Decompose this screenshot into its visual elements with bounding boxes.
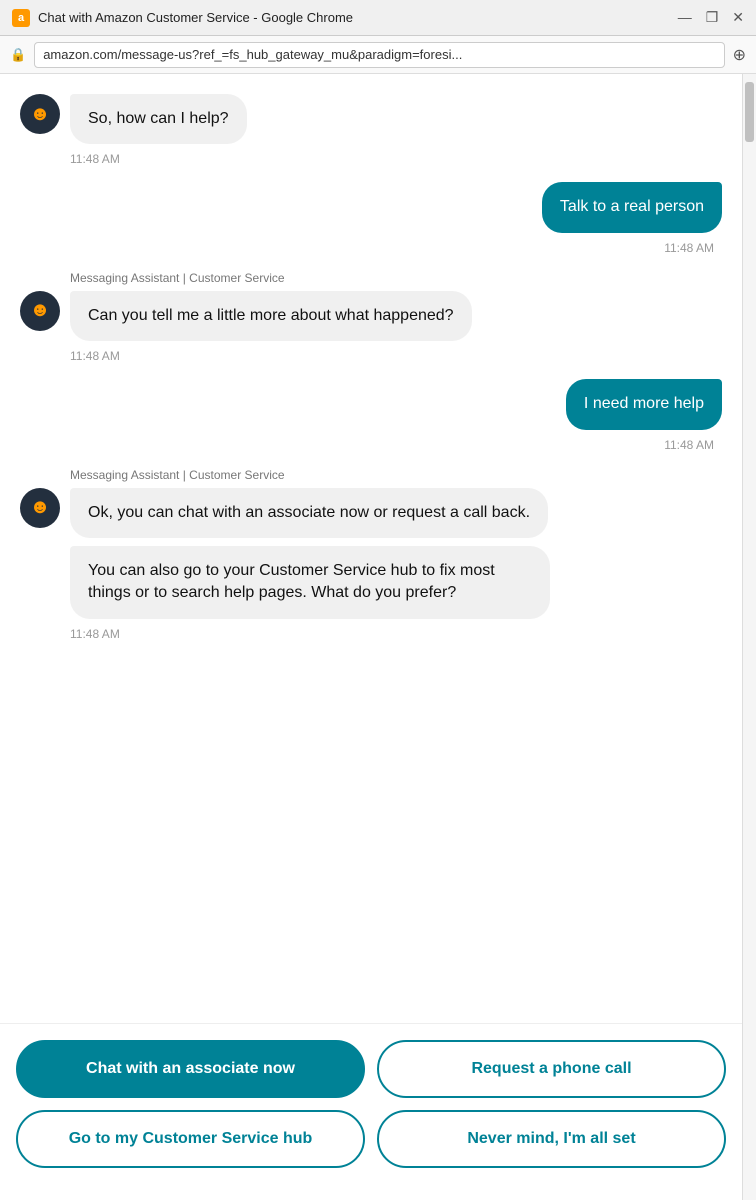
scrollbar-thumb[interactable] (745, 82, 754, 142)
action-row-2: Go to my Customer Service hub Never mind… (16, 1110, 726, 1168)
message-bubble: Ok, you can chat with an associate now o… (70, 488, 548, 538)
sender-label: Messaging Assistant | Customer Service (70, 271, 722, 285)
bottom-actions: Chat with an associate now Request a pho… (0, 1023, 742, 1200)
lock-icon: 🔒 (10, 47, 26, 63)
sender-label: Messaging Assistant | Customer Service (70, 468, 722, 482)
maximize-button[interactable]: ❐ (706, 9, 719, 26)
chat-area: ☻ So, how can I help? 11:48 AM Talk to a… (0, 74, 742, 1200)
message-block-2: Talk to a real person 11:48 AM (20, 182, 722, 254)
message-row: You can also go to your Customer Service… (70, 546, 722, 619)
minimize-button[interactable]: — (678, 9, 692, 26)
chat-now-button[interactable]: Chat with an associate now (16, 1040, 365, 1098)
browser-content: ☻ So, how can I help? 11:48 AM Talk to a… (0, 74, 756, 1200)
messages-container: ☻ So, how can I help? 11:48 AM Talk to a… (0, 74, 742, 1023)
message-row: ☻ So, how can I help? (20, 94, 722, 144)
timestamp: 11:48 AM (20, 349, 722, 363)
timestamp: 11:48 AM (20, 438, 722, 452)
amazon-logo-icon: ☻ (29, 299, 50, 322)
message-bubble: Can you tell me a little more about what… (70, 291, 472, 341)
window-title: Chat with Amazon Customer Service - Goog… (38, 10, 670, 25)
address-bar: 🔒 amazon.com/message-us?ref_=fs_hub_gate… (0, 36, 756, 74)
amazon-logo-icon: ☻ (29, 103, 50, 126)
phone-call-button[interactable]: Request a phone call (377, 1040, 726, 1098)
message-bubble: Talk to a real person (542, 182, 722, 232)
message-block-6: You can also go to your Customer Service… (70, 546, 722, 641)
message-bubble: So, how can I help? (70, 94, 247, 144)
search-icon[interactable]: ⊕ (733, 45, 746, 65)
message-bubble: You can also go to your Customer Service… (70, 546, 550, 619)
message-block-4: I need more help 11:48 AM (20, 379, 722, 451)
message-block-3: Messaging Assistant | Customer Service ☻… (20, 271, 722, 363)
never-mind-button[interactable]: Never mind, I'm all set (377, 1110, 726, 1168)
message-row: Talk to a real person (20, 182, 722, 232)
browser-icon: a (12, 9, 30, 27)
close-button[interactable]: ✕ (732, 9, 744, 26)
timestamp: 11:48 AM (70, 627, 722, 641)
avatar: ☻ (20, 94, 60, 134)
message-bubble: I need more help (566, 379, 722, 429)
avatar: ☻ (20, 488, 60, 528)
amazon-logo-icon: ☻ (29, 496, 50, 519)
window-controls[interactable]: — ❐ ✕ (678, 9, 744, 26)
avatar: ☻ (20, 291, 60, 331)
message-block-5: Messaging Assistant | Customer Service ☻… (20, 468, 722, 538)
message-row: ☻ Can you tell me a little more about wh… (20, 291, 722, 341)
message-row: I need more help (20, 379, 722, 429)
cs-hub-button[interactable]: Go to my Customer Service hub (16, 1110, 365, 1168)
url-field[interactable]: amazon.com/message-us?ref_=fs_hub_gatewa… (34, 42, 724, 68)
title-bar: a Chat with Amazon Customer Service - Go… (0, 0, 756, 36)
scrollbar[interactable] (742, 74, 756, 1200)
timestamp: 11:48 AM (20, 241, 722, 255)
action-row-1: Chat with an associate now Request a pho… (16, 1040, 726, 1098)
timestamp: 11:48 AM (20, 152, 722, 166)
message-row: ☻ Ok, you can chat with an associate now… (20, 488, 722, 538)
message-block-1: ☻ So, how can I help? 11:48 AM (20, 94, 722, 166)
